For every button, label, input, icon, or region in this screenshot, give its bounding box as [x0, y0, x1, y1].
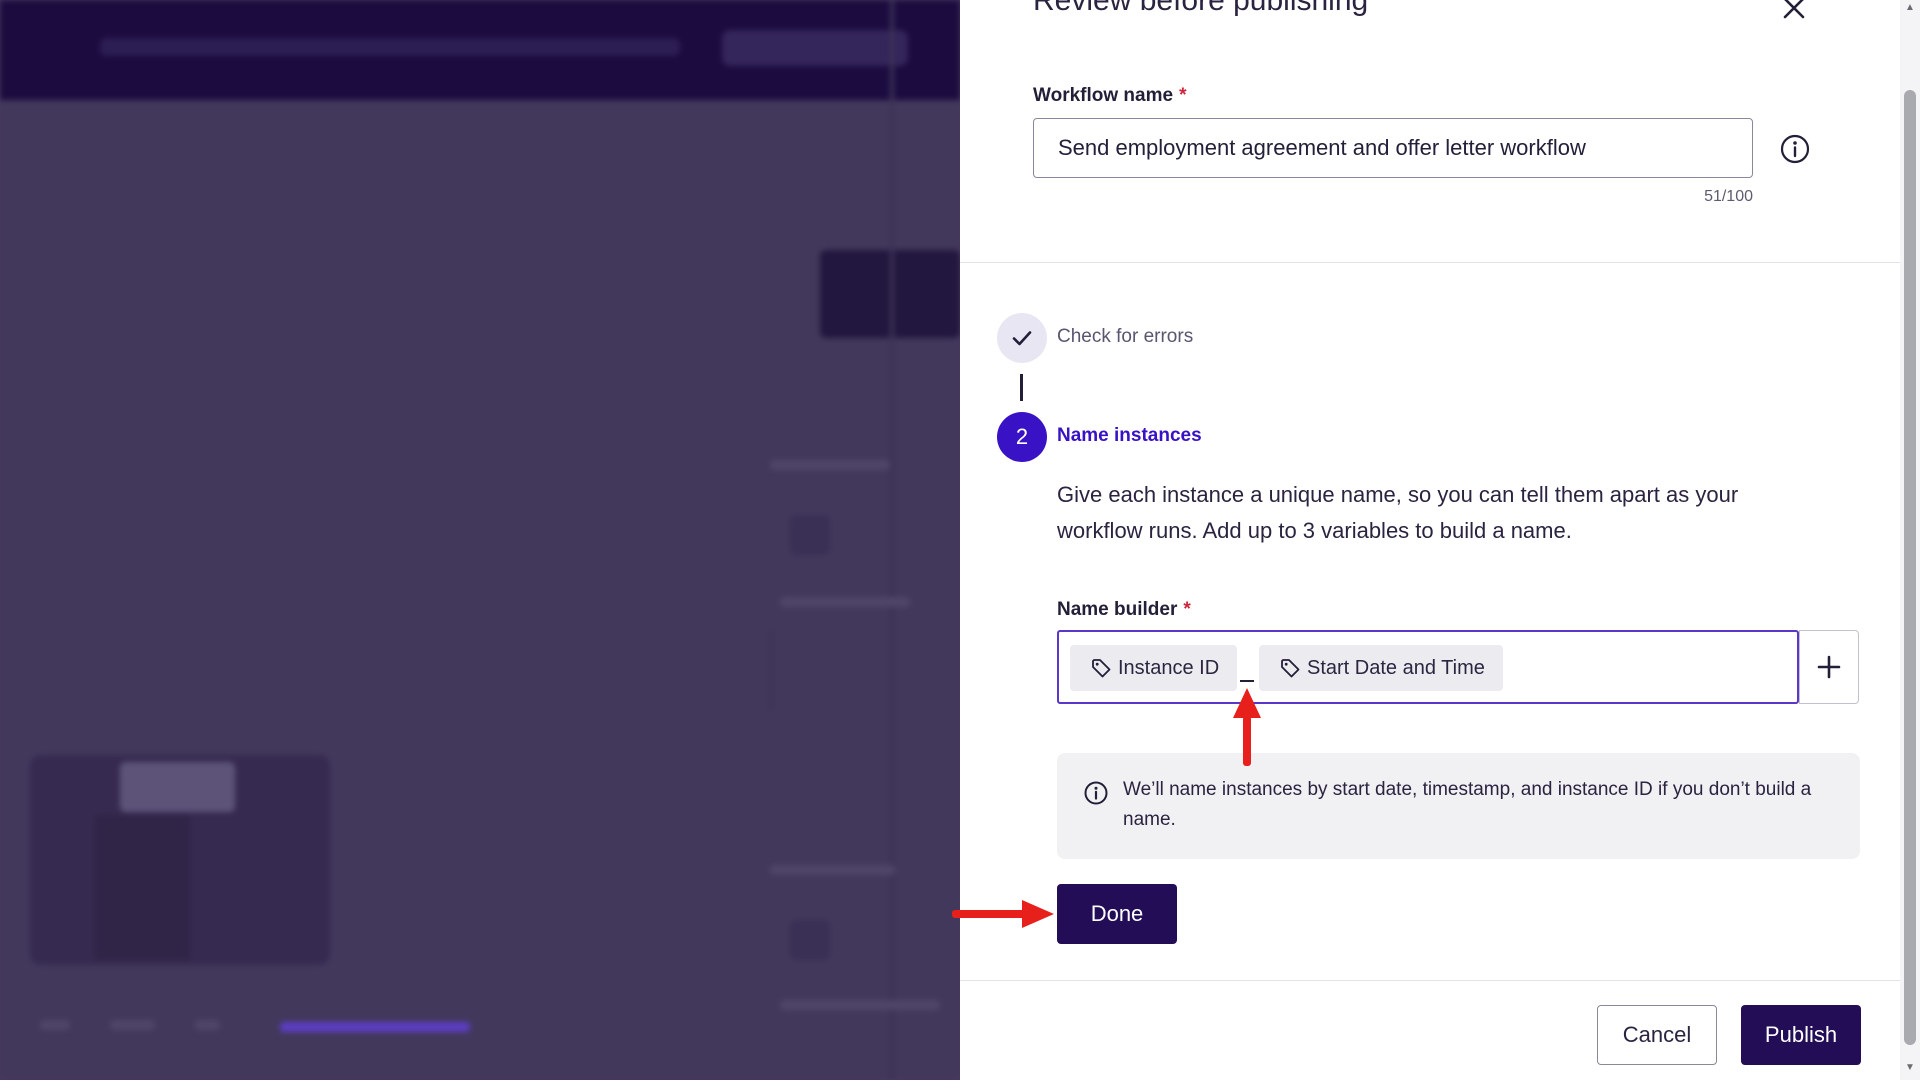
step-complete-indicator [997, 313, 1047, 363]
chip-label: Instance ID [1118, 656, 1220, 679]
workflow-name-label-text: Workflow name [1033, 85, 1174, 106]
workflow-name-input[interactable] [1034, 119, 1752, 177]
footer-divider [960, 980, 1900, 981]
section-divider [960, 262, 1900, 263]
name-builder-label: Name builder * [1057, 599, 1191, 621]
background-footer-item [40, 1020, 70, 1030]
background-text-line [770, 865, 895, 875]
background-stripe [890, 0, 894, 1080]
info-note-text: We’ll name instances by start date, time… [1123, 779, 1812, 830]
check-icon [1012, 331, 1032, 346]
background-button-placeholder [722, 30, 908, 66]
background-icon-placeholder [790, 515, 830, 555]
step-check-errors-label: Check for errors [1057, 326, 1194, 347]
info-icon [1084, 781, 1108, 805]
info-icon[interactable] [1779, 133, 1811, 165]
background-app [0, 0, 960, 1080]
background-card-header [120, 762, 235, 812]
done-button[interactable]: Done [1057, 884, 1177, 944]
workflow-name-label: Workflow name * [1033, 85, 1186, 107]
background-text-line [780, 1000, 940, 1010]
add-variable-button[interactable] [1799, 630, 1859, 704]
chip-label: Start Date and Time [1307, 656, 1485, 679]
review-publish-panel: Review before publishing Workflow name * … [960, 0, 1920, 1080]
publish-button[interactable]: Publish [1741, 1005, 1861, 1065]
name-builder-label-text: Name builder [1057, 599, 1178, 620]
background-card-column [95, 815, 190, 960]
plus-icon [1817, 655, 1841, 679]
background-divider [770, 630, 772, 710]
tag-icon [1092, 659, 1111, 678]
variable-chip-start-date-time[interactable]: Start Date and Time [1259, 645, 1503, 691]
background-text-line [780, 597, 910, 607]
step-active-indicator: 2 [997, 412, 1047, 462]
background-title-placeholder [100, 38, 680, 56]
background-footer-link [280, 1022, 470, 1032]
background-footer-item [195, 1020, 220, 1030]
chip-separator [1240, 680, 1254, 682]
background-text-line [770, 460, 890, 470]
background-icon-placeholder [790, 920, 830, 960]
scrollbar[interactable]: ▲ ▼ [1900, 0, 1920, 1080]
close-icon[interactable] [1778, 0, 1810, 24]
scroll-down-icon[interactable]: ▼ [1904, 1062, 1916, 1074]
name-builder-field[interactable]: Instance ID Start Date and Time [1057, 630, 1799, 704]
name-instances-description: Give each instance a unique name, so you… [1057, 482, 1739, 543]
info-note: We’ll name instances by start date, time… [1057, 753, 1860, 859]
step-connector [1020, 374, 1023, 401]
required-marker: * [1179, 85, 1187, 106]
workflow-name-field[interactable] [1033, 118, 1753, 178]
character-counter: 51/100 [1704, 188, 1753, 205]
cancel-button[interactable]: Cancel [1597, 1005, 1717, 1065]
scrollbar-thumb[interactable] [1904, 90, 1916, 1045]
variable-chip-instance-id[interactable]: Instance ID [1070, 645, 1238, 691]
scroll-up-icon[interactable]: ▲ [1904, 2, 1916, 14]
background-footer-item [110, 1020, 155, 1030]
panel-title: Review before publishing [1033, 0, 1369, 17]
required-marker: * [1183, 599, 1191, 620]
step-name-instances-label: Name instances [1057, 425, 1202, 446]
tag-icon [1281, 659, 1300, 678]
